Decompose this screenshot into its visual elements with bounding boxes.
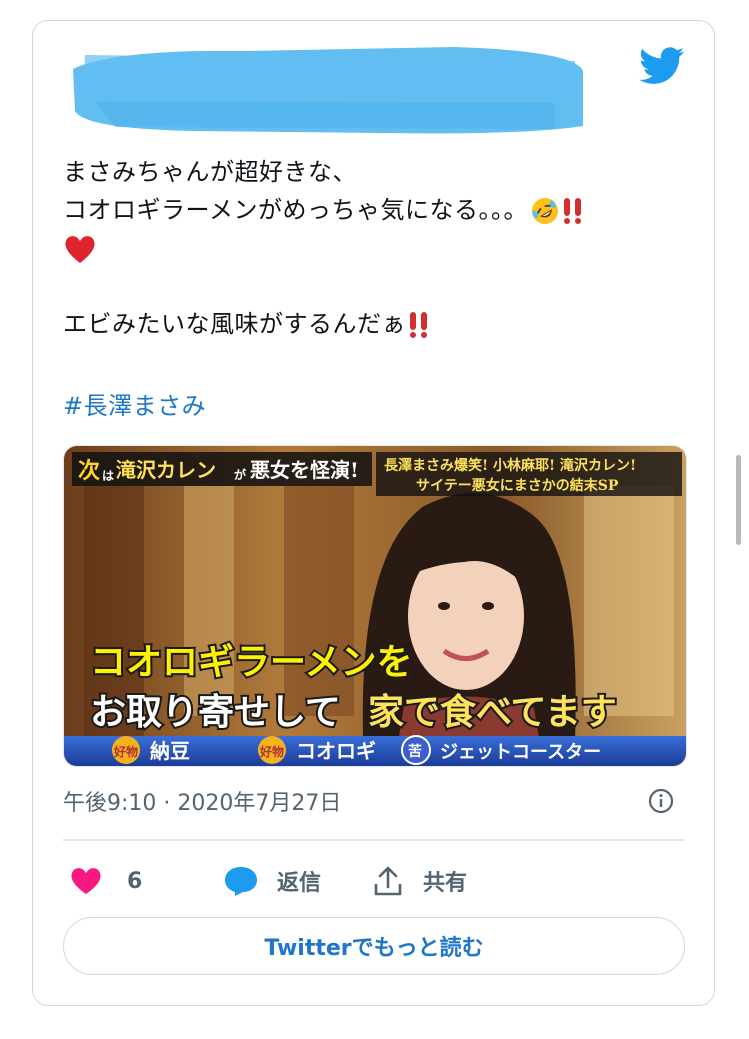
red-heart-icon <box>65 236 95 263</box>
rofl-emoji-icon <box>532 198 559 224</box>
media-headline-1: 長澤まさみ爆笑! 小林麻耶! 滝沢カレン! <box>384 457 636 474</box>
double-exclamation-icon <box>410 312 427 338</box>
media-bottom-value-3: ジェットコースター <box>440 742 601 763</box>
tweet-media-image[interactable]: 次 は 滝沢カレン が 悪女を怪演! 長澤まさみ爆笑! 小林麻耶! 滝沢カレン!… <box>63 445 687 767</box>
share-label: 共有 <box>423 871 468 896</box>
media-caption-name: 滝沢カレン <box>116 458 216 482</box>
read-more-button[interactable]: Twitterでもっと読む <box>63 917 685 975</box>
tweet-line-2: コオロギラーメンがめっちゃ気になる。。。 <box>63 191 683 229</box>
media-main-caption-2a: お取り寄せして <box>90 692 341 733</box>
tweet-timestamp[interactable]: 午後9:10 · 2020年7月27日 <box>63 785 341 817</box>
media-caption-ga: が <box>234 467 246 482</box>
media-caption-tsugi: 次 <box>78 458 100 484</box>
media-bottom-value-1: 納豆 <box>150 739 190 763</box>
like-count: 6 <box>127 868 143 894</box>
tweet-line-5: エビみたいな風味がするんだぁ <box>63 305 683 343</box>
info-icon[interactable] <box>647 787 675 815</box>
media-bottom-value-2: コオロギ <box>296 739 376 763</box>
media-bottom-label-1: 好物 <box>113 744 138 759</box>
redacted-username <box>73 47 583 134</box>
media-caption-role: 悪女を怪演! <box>250 458 359 482</box>
hashtag-link[interactable]: #長澤まさみ <box>63 386 206 421</box>
tweet-line-4 <box>63 267 683 305</box>
share-button[interactable]: 共有 <box>373 859 467 903</box>
media-main-caption-2b: 家で食べてます <box>368 692 617 733</box>
double-exclamation-icon <box>564 198 582 224</box>
media-bottom-label-2: 好物 <box>259 744 284 759</box>
reply-label: 返信 <box>277 871 322 896</box>
like-button[interactable]: 6 <box>69 859 142 903</box>
tweet-line-3 <box>63 229 683 267</box>
tweet-line-1: まさみちゃんが超好きな、 <box>63 158 357 186</box>
reply-bubble-icon <box>225 867 257 896</box>
media-bottom-label-3: 苦 <box>408 743 422 760</box>
reply-button[interactable]: 返信 <box>223 859 321 903</box>
media-headline-2: サイテー悪女にまさかの結末SP <box>416 477 619 494</box>
embedded-tweet-card[interactable]: まさみちゃんが超好きな、 コオロギラーメンがめっちゃ気になる。。。 エビみたいな… <box>32 20 715 1006</box>
twitter-bird-icon[interactable] <box>639 47 685 85</box>
divider <box>63 839 685 841</box>
scrollbar[interactable] <box>736 455 741 545</box>
tweet-actions: 6 返信 共有 <box>63 859 685 903</box>
share-icon <box>374 866 402 896</box>
tv-screenshot: 次 は 滝沢カレン が 悪女を怪演! 長澤まさみ爆笑! 小林麻耶! 滝沢カレン!… <box>64 446 686 766</box>
media-caption-wa: は <box>102 469 114 483</box>
tweet-text: まさみちゃんが超好きな、 コオロギラーメンがめっちゃ気になる。。。 エビみたいな… <box>63 153 683 343</box>
media-main-caption-1: コオロギラーメンを <box>90 642 413 683</box>
heart-icon <box>71 868 101 894</box>
